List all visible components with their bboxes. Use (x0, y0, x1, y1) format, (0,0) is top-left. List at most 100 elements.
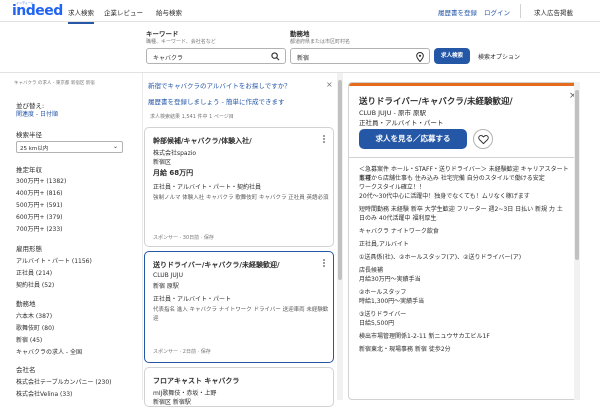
more-options-icon[interactable] (319, 258, 329, 268)
job-type-filter-item[interactable]: 正社員 (214) (16, 268, 52, 277)
detail-text-line: ②ホールスタッフ (359, 289, 407, 296)
location-pin-icon (416, 52, 424, 62)
list-scroll-thumb[interactable] (338, 80, 342, 280)
job-title[interactable]: 幹部候補/キャバクラ/体験入社/ (153, 136, 252, 146)
job-type-filter-item[interactable]: アルバイト・パート (1156) (16, 256, 92, 265)
what-hint: 職種、キーワード、会社名など (146, 39, 216, 45)
job-title[interactable]: 送りドライバー/キャバクラ/未経験歓迎/ (153, 260, 280, 270)
job-type: 正社員・アルバイト・パート (153, 296, 231, 303)
detail-text-line: 正社員,アルバイト (359, 241, 409, 248)
company-filter-title: 会社名 (16, 366, 36, 374)
job-alert-link[interactable]: 新宿でキャバクラのアルバイトをお探しですか？ (148, 80, 291, 90)
nav-company-reviews[interactable]: 企業レビュー (104, 7, 143, 17)
left-column-divider (142, 73, 143, 400)
detail-text-line: 日給5,500円 (359, 320, 395, 327)
more-options-icon[interactable] (319, 134, 329, 144)
job-detail-pane: 送りドライバー/キャバクラ/未経験歓迎/ × CLUB JUJU - 原市 原駅… (348, 82, 580, 400)
where-input-value: 新宿 (297, 55, 310, 62)
job-company: CLUB JUJU (153, 272, 183, 279)
where-label: 勤務地 (290, 30, 310, 38)
company-filter-item[interactable]: 株式会社Velina (33) (16, 389, 72, 398)
what-label: キーワード (146, 30, 179, 38)
job-type-filter-title: 雇用形態 (16, 245, 42, 253)
job-company: mIJ歌舞伎・赤坂・上野 (153, 390, 217, 397)
detail-text-line: 新宿東北・現場事務 新宿 徒歩2分 (359, 346, 451, 353)
job-card[interactable]: 幹部候補/キャバクラ/体験入社/ 株式会社spazio 新宿区 月給 68万円 … (144, 127, 334, 247)
heart-icon (478, 135, 489, 145)
detail-company[interactable]: CLUB JUJU - 原市 原駅 (359, 107, 426, 117)
top-bar: indeed インディード 求人検索 企業レビュー 給与検索 履歴書を登録 ログ… (0, 0, 600, 24)
search-button[interactable]: 求人検索 (434, 48, 470, 64)
location-filter-item[interactable]: キャバクラの求人 - 全国 (16, 347, 82, 356)
post-job-link[interactable]: 求人広告掲載 (534, 7, 573, 17)
job-card[interactable]: フロアキャスト キャバクラ mIJ歌舞伎・赤坂・上野 新宿区 新宿駅 (144, 367, 334, 407)
detail-text-line: 20代～30代中心に活躍中！独身でなくても！ムリなく稼げます (359, 193, 530, 200)
salary-filter-item[interactable]: 300万円+ (1382) (16, 176, 66, 185)
detail-text-line: 業種から店舗仕事も 住み込み 社宅完備 自分のスタイルで働ける安定 (359, 175, 545, 182)
login-link[interactable]: ログイン (484, 7, 510, 17)
job-type: 正社員・アルバイト・パート・契約社員 (153, 184, 261, 191)
apply-button[interactable]: 求人を見る／応募する (359, 129, 467, 149)
salary-filter-item[interactable]: 700万円+ (233) (16, 224, 63, 233)
job-location: 新宿 原駅 (153, 283, 179, 290)
register-resume-link[interactable]: 履歴書を登録 (438, 7, 477, 17)
detail-text-line: 月給30万円～実績手当 (359, 276, 421, 283)
detail-text-line: 日のみ 40代活躍中 福利厚生 (359, 215, 437, 222)
location-filter-item[interactable]: 歌舞伎町 (80) (16, 323, 54, 332)
logo-subtext: インディード (16, 1, 34, 5)
location-filter-item[interactable]: 六本木 (387) (16, 311, 52, 320)
salary-filter-item[interactable]: 600万円+ (379) (16, 212, 63, 221)
radius-value: 25 km以内 (20, 146, 49, 152)
salary-filter-title: 推定年収 (16, 166, 42, 174)
detail-scroll-thumb[interactable] (575, 90, 579, 260)
save-job-button[interactable] (473, 129, 493, 149)
detail-text-line: ③送りドライバー (359, 311, 407, 318)
detail-text-line: 時給1,300円～実績手当 (359, 298, 425, 305)
detail-text-line: キャバクラ ナイトワーク飲食 (359, 228, 439, 235)
radius-select[interactable]: 25 km以内 ⌄ (16, 141, 123, 153)
resume-cta-link[interactable]: 履歴書を登録しましょう - 簡単に作成できます (148, 96, 284, 106)
job-snippet: 強制ノルマ 体験入社 キャバクラ 歌舞伎町 キャバクラ 正社員 英語必須 (153, 195, 329, 201)
job-meta: スポンサー · 2日前 · 保存 (153, 349, 211, 355)
breadcrumb: キャバクラ の求人 - 東京都 新宿区 新宿 (14, 81, 95, 86)
detail-separator (349, 157, 579, 158)
search-divider (0, 72, 600, 73)
location-filter-title: 勤務地 (16, 300, 36, 308)
job-company: 株式会社spazio (153, 150, 197, 157)
company-filter-item[interactable]: 株式会社テーブルカンパニー (230) (16, 377, 112, 386)
what-input-value: キャバクラ (153, 55, 184, 62)
indeed-logo[interactable]: indeed (12, 3, 63, 19)
where-hint: 都道府県または市区町村名 (290, 39, 351, 45)
job-meta: スポンサー · 30日前 · 保存 (153, 235, 214, 241)
location-filter-item[interactable]: 新宿 (45) (16, 335, 42, 344)
close-icon[interactable]: × (326, 80, 333, 89)
detail-job-type: 正社員・アルバイト・パート (359, 119, 444, 127)
detail-text-line: 検出市場管理関係1-2-11 新ニュウサカエビル1F (359, 333, 490, 340)
job-salary: 月給 68万円 (153, 169, 194, 177)
result-count: 求人検索結果 1,541 件中 1 ページ目 (150, 114, 234, 120)
detail-accent-bar (349, 83, 579, 86)
what-input[interactable]: キャバクラ (146, 48, 286, 64)
sort-options[interactable]: 関連度 - 日付順 (16, 109, 58, 118)
header-divider (520, 4, 521, 18)
search-options-link[interactable]: 検索オプション (478, 52, 520, 61)
job-location: 新宿区 新宿駅 (153, 399, 191, 406)
nav-job-search[interactable]: 求人検索 (68, 7, 94, 24)
nav-salary-search[interactable]: 給与検索 (156, 7, 182, 17)
salary-filter-item[interactable]: 400万円+ (816) (16, 188, 63, 197)
detail-title: 送りドライバー/キャバクラ/未経験歓迎/ (359, 97, 513, 107)
chevron-down-icon: ⌄ (112, 143, 118, 150)
detail-text-line: ①送具係(社)、②ホールスタッフ(ア)、②送りドライバー(ア) (359, 254, 522, 261)
radius-label: 検索半径 (16, 131, 42, 139)
detail-text-line: 短時間勤務 未経験 新卒 大学生歓迎 フリーター 週2~3日 日払い 新規 力 … (359, 206, 563, 213)
job-card-selected[interactable]: 送りドライバー/キャバクラ/未経験歓迎/ CLUB JUJU 新宿 原駅 正社員… (144, 251, 334, 363)
job-snippet: 代表指名 進入 キャバクラ ナイトワーク ドライバー 送迎車両 未経験歓迎 (153, 307, 329, 322)
salary-filter-item[interactable]: 500万円+ (591) (16, 200, 63, 209)
detail-text-line: 店長候補 (359, 267, 384, 274)
job-type-filter-item[interactable]: 契約社員 (52) (16, 280, 54, 289)
job-location: 新宿区 (153, 159, 172, 166)
job-title[interactable]: フロアキャスト キャバクラ (153, 376, 239, 386)
where-input[interactable]: 新宿 (290, 48, 430, 64)
search-icon (271, 52, 280, 61)
detail-text-line: ワークスタイル確立！！ (359, 184, 425, 191)
